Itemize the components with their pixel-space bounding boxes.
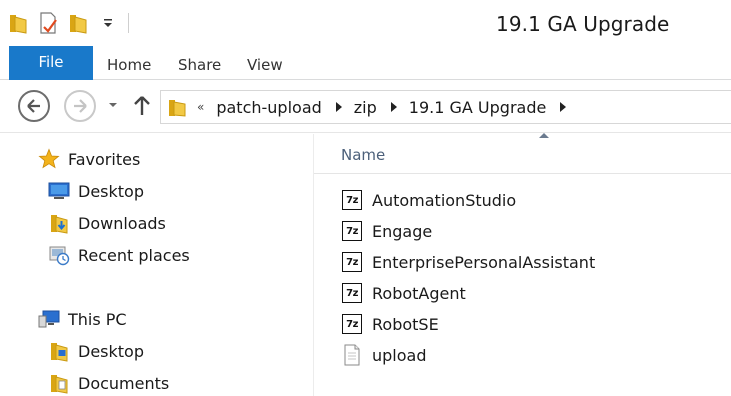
file-row-robotse[interactable]: 7z RobotSE [341,310,721,338]
file-row-enterprisepersonalassistant[interactable]: 7z EnterprisePersonalAssistant [341,248,721,276]
arrow-right-icon [74,99,87,113]
7z-archive-icon: 7z [341,313,363,335]
arrow-up-icon [134,96,150,115]
breadcrumb-current-folder[interactable]: 19.1 GA Upgrade [409,98,547,117]
sort-ascending-icon [539,133,549,138]
nav-item-pc-desktop[interactable]: Desktop [48,337,144,365]
nav-this-pc[interactable]: This PC [38,305,127,333]
folder-icon [167,97,189,117]
file-name: RobotSE [372,314,439,334]
ribbon-tabs: File Home Share View [0,46,731,80]
nav-label: Recent places [78,245,190,265]
navigation-bar: « patch-upload zip 19.1 GA Upgrade [0,81,731,133]
breadcrumb-patch-upload[interactable]: patch-upload [216,98,321,117]
7z-archive-icon: 7z [341,189,363,211]
tab-share[interactable]: Share [178,56,221,74]
tab-file[interactable]: File [9,46,93,80]
tab-view[interactable]: View [247,56,283,74]
new-folder-icon[interactable] [66,10,90,36]
file-name: Engage [372,221,433,241]
forward-button[interactable] [64,90,96,122]
file-name: AutomationStudio [372,190,517,210]
file-name: EnterprisePersonalAssistant [372,252,596,272]
window-title: 19.1 GA Upgrade [496,12,670,36]
nav-item-downloads[interactable]: Downloads [48,209,166,237]
navigation-pane: Favorites Desktop Downloads Recent place… [0,134,313,396]
file-name: RobotAgent [372,283,466,303]
chevron-right-icon[interactable] [334,101,344,113]
back-button[interactable] [18,90,50,122]
properties-icon[interactable] [36,10,60,36]
nav-label: Downloads [78,213,166,233]
address-bar[interactable]: « patch-upload zip 19.1 GA Upgrade [160,90,731,124]
nav-item-recent-places[interactable]: Recent places [48,241,190,269]
7z-archive-icon: 7z [341,220,363,242]
file-row-upload[interactable]: upload [341,341,721,369]
arrow-left-icon [27,99,40,113]
text-file-icon [341,344,363,366]
file-row-automationstudio[interactable]: 7z AutomationStudio [341,186,721,214]
desktop-icon [48,180,70,202]
breadcrumb-zip[interactable]: zip [354,98,377,117]
title-bar: 19.1 GA Upgrade [0,0,731,46]
computer-icon [38,308,60,330]
folder-icon[interactable] [6,10,30,36]
star-icon [38,148,60,170]
nav-label: Favorites [68,149,141,169]
nav-item-documents[interactable]: Documents [48,369,169,396]
file-row-engage[interactable]: 7z Engage [341,217,721,245]
desktop-folder-icon [48,340,70,362]
chevron-right-icon[interactable] [389,101,399,113]
column-header: Name [314,133,731,174]
file-name: upload [372,345,427,365]
nav-label: This PC [68,309,127,329]
up-button[interactable] [132,93,152,117]
file-row-robotagent[interactable]: 7z RobotAgent [341,279,721,307]
tab-home[interactable]: Home [107,56,151,74]
customize-dropdown-icon[interactable] [96,10,120,36]
toolbar-separator [128,13,129,33]
chevron-right-icon[interactable] [558,101,568,113]
7z-archive-icon: 7z [341,251,363,273]
chevron-down-icon [109,103,117,107]
breadcrumb-overflow[interactable]: « [197,100,204,114]
column-name-header[interactable]: Name [341,146,385,164]
quick-access-toolbar [6,10,139,36]
downloads-icon [48,212,70,234]
nav-label: Desktop [78,181,144,201]
nav-item-desktop[interactable]: Desktop [48,177,144,205]
recent-places-icon [48,244,70,266]
nav-favorites[interactable]: Favorites [38,145,140,173]
nav-label: Documents [78,373,170,393]
documents-icon [48,372,70,394]
nav-label: Desktop [78,341,144,361]
7z-archive-icon: 7z [341,282,363,304]
recent-locations-dropdown[interactable] [106,97,120,111]
file-list-pane: Name 7z AutomationStudio 7z Engage 7z En… [313,133,731,396]
